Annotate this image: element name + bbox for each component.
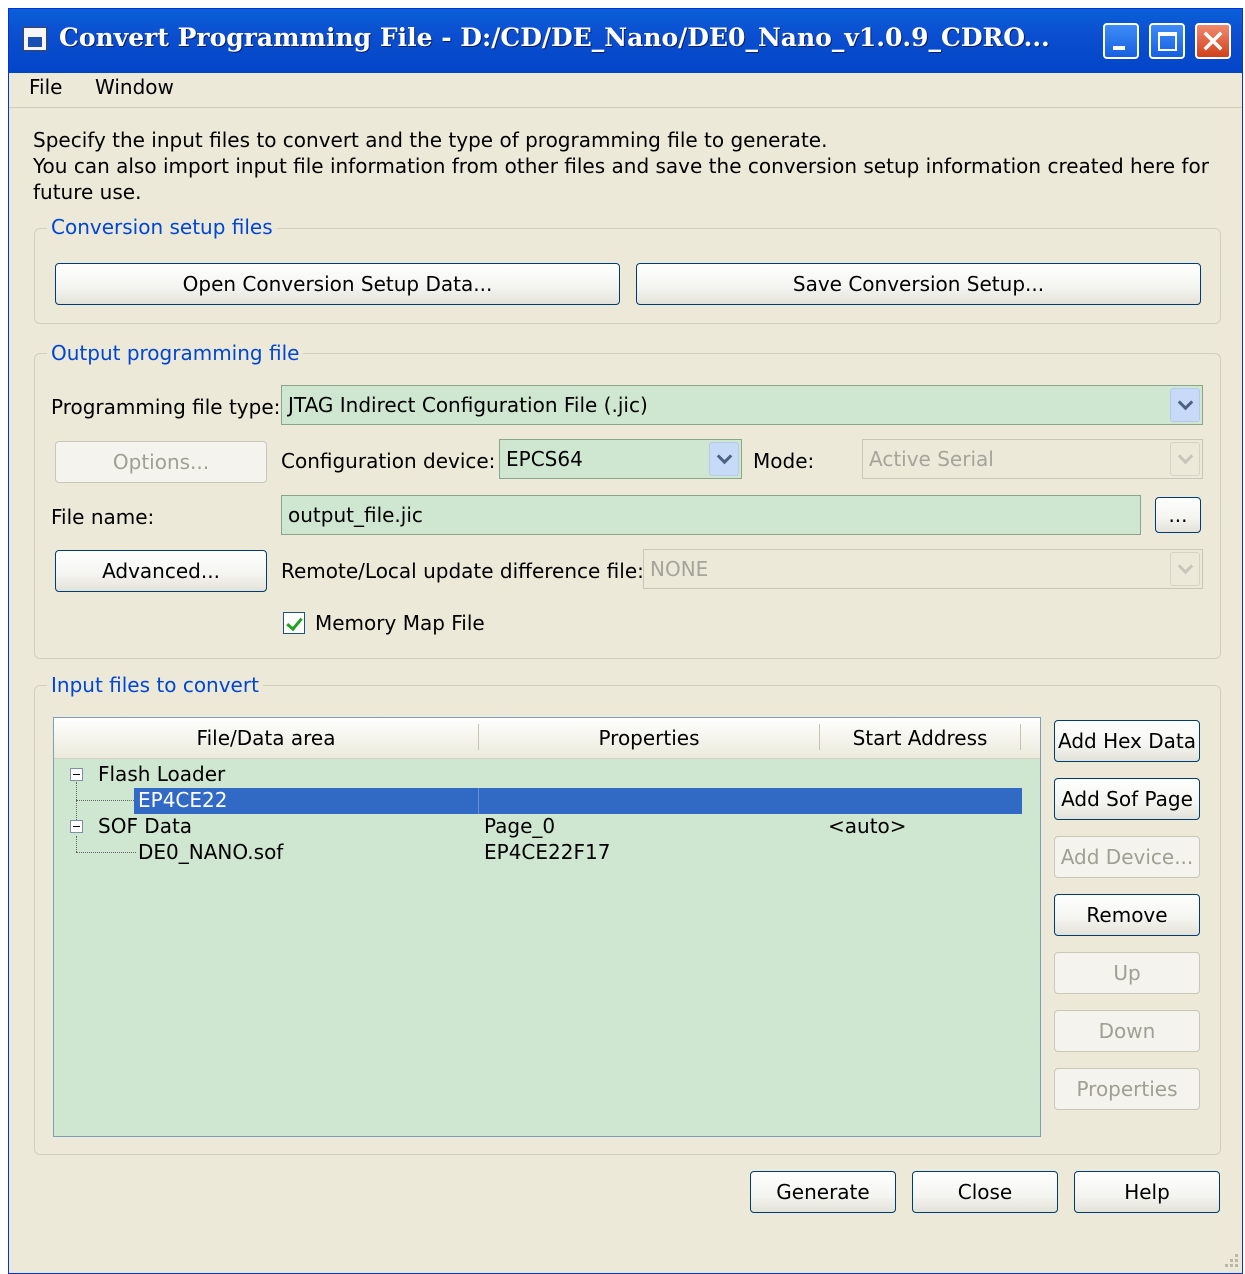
tree-line	[76, 852, 136, 854]
sof-data-properties: Page_0	[484, 814, 556, 838]
instructions-line-1: Specify the input files to convert and t…	[33, 128, 828, 152]
instructions-text: Specify the input files to convert and t…	[33, 127, 1213, 205]
generate-button[interactable]: Generate	[750, 1171, 896, 1213]
grip-dot	[1235, 1259, 1238, 1262]
grip-dot	[1225, 1264, 1228, 1267]
maximize-button[interactable]	[1149, 23, 1185, 59]
table-header: File/Data area Properties Start Address	[54, 718, 1040, 759]
help-button[interactable]: Help	[1074, 1171, 1220, 1213]
options-button[interactable]: Options...	[55, 441, 267, 483]
column-header-properties[interactable]: Properties	[479, 726, 819, 750]
tree-item-sof-data[interactable]: SOF Data	[98, 814, 192, 838]
add-device-button[interactable]: Add Device...	[1054, 836, 1200, 878]
remove-button[interactable]: Remove	[1054, 894, 1200, 936]
programming-file-type-select[interactable]: JTAG Indirect Configuration File (.jic)	[281, 385, 1203, 425]
mode-select[interactable]: Active Serial	[862, 439, 1203, 479]
mode-value: Active Serial	[869, 447, 994, 471]
close-icon	[1203, 31, 1223, 51]
dropdown-button[interactable]	[1170, 388, 1200, 422]
tree-item-ep4ce22[interactable]: EP4CE22	[138, 788, 227, 812]
configuration-device-label: Configuration device:	[281, 449, 496, 473]
remote-local-update-select[interactable]: NONE	[643, 549, 1203, 589]
dropdown-button[interactable]	[1170, 552, 1200, 586]
output-programming-legend: Output programming file	[47, 341, 304, 365]
input-files-table[interactable]: File/Data area Properties Start Address …	[53, 717, 1041, 1137]
resize-grip[interactable]	[1220, 1249, 1238, 1267]
selection-column-divider	[478, 788, 479, 814]
grip-dot	[1235, 1264, 1238, 1267]
programming-file-type-value: JTAG Indirect Configuration File (.jic)	[288, 393, 648, 417]
instructions-line-3: future use.	[33, 180, 142, 204]
quartus-app-icon[interactable]	[23, 27, 47, 51]
instructions-line-2: You can also import input file informati…	[33, 154, 1209, 178]
browse-button[interactable]: ...	[1155, 497, 1201, 533]
dropdown-button[interactable]	[1170, 442, 1200, 476]
column-separator[interactable]	[1020, 724, 1021, 750]
properties-button[interactable]: Properties	[1054, 1068, 1200, 1110]
tree-item-de0-nano-sof[interactable]: DE0_NANO.sof	[138, 840, 283, 864]
collapse-icon[interactable]	[70, 768, 83, 781]
memory-map-file-checkbox[interactable]	[283, 612, 305, 634]
configuration-device-select[interactable]: EPCS64	[499, 439, 742, 479]
close-window-button[interactable]	[1195, 23, 1231, 59]
memory-map-file-label: Memory Map File	[315, 611, 485, 635]
collapse-icon[interactable]	[70, 820, 83, 833]
chevron-down-icon	[1177, 448, 1193, 464]
file-name-input[interactable]: output_file.jic	[281, 495, 1141, 535]
conversion-setup-legend: Conversion setup files	[47, 215, 277, 239]
dropdown-button[interactable]	[709, 442, 739, 476]
sof-data-start-address: <auto>	[828, 814, 907, 838]
input-files-legend: Input files to convert	[47, 673, 263, 697]
open-conversion-setup-button[interactable]: Open Conversion Setup Data...	[55, 263, 620, 305]
chevron-down-icon	[1177, 394, 1193, 410]
remote-local-update-label: Remote/Local update difference file:	[281, 559, 644, 583]
tree-line	[76, 800, 136, 802]
mode-label: Mode:	[753, 449, 815, 473]
remote-local-update-value: NONE	[650, 557, 709, 581]
menu-bar	[9, 73, 1242, 108]
tree-line	[76, 836, 78, 852]
menu-file[interactable]: File	[29, 75, 62, 99]
close-button[interactable]: Close	[912, 1171, 1058, 1213]
add-hex-data-button[interactable]: Add Hex Data	[1054, 720, 1200, 762]
convert-programming-file-window: Convert Programming File - D:/CD/DE_Nano…	[8, 8, 1243, 1274]
advanced-button[interactable]: Advanced...	[55, 550, 267, 592]
grip-dot	[1235, 1254, 1238, 1257]
menu-window[interactable]: Window	[95, 75, 174, 99]
column-header-file-data-area[interactable]: File/Data area	[54, 726, 478, 750]
save-conversion-setup-button[interactable]: Save Conversion Setup...	[636, 263, 1201, 305]
tree-item-flash-loader[interactable]: Flash Loader	[98, 762, 225, 786]
title-bar[interactable]: Convert Programming File - D:/CD/DE_Nano…	[9, 9, 1242, 73]
configuration-device-value: EPCS64	[506, 447, 583, 471]
maximize-icon	[1158, 32, 1177, 51]
minimize-icon	[1113, 46, 1125, 50]
programming-file-type-label: Programming file type:	[51, 395, 281, 419]
selected-row-highlight[interactable]	[134, 788, 1022, 814]
sof-file-properties: EP4CE22F17	[484, 840, 611, 864]
up-button[interactable]: Up	[1054, 952, 1200, 994]
down-button[interactable]: Down	[1054, 1010, 1200, 1052]
window-title: Convert Programming File - D:/CD/DE_Nano…	[59, 23, 1050, 52]
minimize-button[interactable]	[1103, 23, 1139, 59]
add-sof-page-button[interactable]: Add Sof Page	[1054, 778, 1200, 820]
grip-dot	[1230, 1259, 1233, 1262]
chevron-down-icon	[716, 448, 732, 464]
chevron-down-icon	[1177, 558, 1193, 574]
grip-dot	[1230, 1264, 1233, 1267]
file-name-label: File name:	[51, 505, 155, 529]
column-header-start-address[interactable]: Start Address	[820, 726, 1020, 750]
